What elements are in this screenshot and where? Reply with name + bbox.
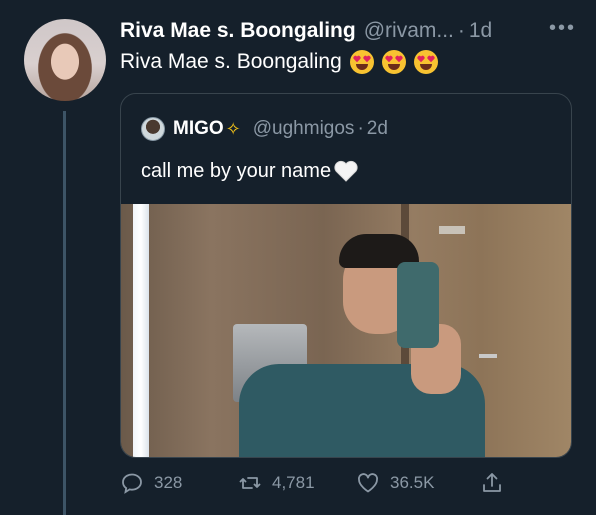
phone [397,262,439,348]
heart-eyes-emoji-icon [413,50,438,74]
dizzy-emoji-icon: ✧ [225,118,241,139]
quoted-tweet-text: call me by your name [141,159,359,183]
tweet-text-content: Riva Mae s. Boongaling [120,50,342,73]
tweet-text: Riva Mae s. Boongaling [120,50,438,74]
quoted-author-avatar [141,117,165,141]
reply-icon [122,473,142,494]
like-button[interactable]: 36.5K [356,471,480,495]
tweet-photo[interactable] [121,204,571,457]
author-avatar[interactable] [24,19,106,101]
quoted-tweet-timestamp: 2d [366,118,388,139]
tweet-actions-bar: 328 4,781 36.5K [120,470,520,496]
retweet-button[interactable]: 4,781 [238,471,356,495]
separator-dot: · [357,118,364,139]
retweet-count: 4,781 [272,473,315,492]
quoted-tweet-header: MIGO ✧ @ughmigos · 2d [141,116,388,142]
reply-count: 328 [154,473,183,492]
reply-button[interactable]: 328 [120,471,238,495]
author-display-name[interactable]: Riva Mae s. Boongaling [120,19,356,43]
separator-dot: · [457,19,465,42]
heart-eyes-emoji-icon [349,50,374,74]
door-handle [479,354,497,358]
door-sign [439,226,465,234]
thread-line [63,111,66,515]
quoted-author-display-name: MIGO [173,118,224,139]
light-strip [133,204,149,457]
tweet-header: Riva Mae s. Boongaling @rivam... · 1d ••… [120,17,576,45]
heart-eyes-emoji-icon [381,50,406,74]
quoted-tweet-card[interactable]: MIGO ✧ @ughmigos · 2d call me by your na… [120,93,572,458]
share-icon [483,473,501,492]
white-heart-emoji-icon [334,160,358,182]
more-options-icon[interactable]: ••• [549,17,576,40]
quoted-tweet-text-content: call me by your name [141,159,332,182]
tweet-timestamp[interactable]: 1d [469,19,492,43]
heart-icon [357,473,379,493]
author-handle[interactable]: @rivam... [364,19,454,43]
like-count: 36.5K [390,473,435,492]
share-button[interactable] [480,471,504,495]
retweet-icon [239,477,261,489]
quoted-author-handle: @ughmigos [252,118,355,139]
